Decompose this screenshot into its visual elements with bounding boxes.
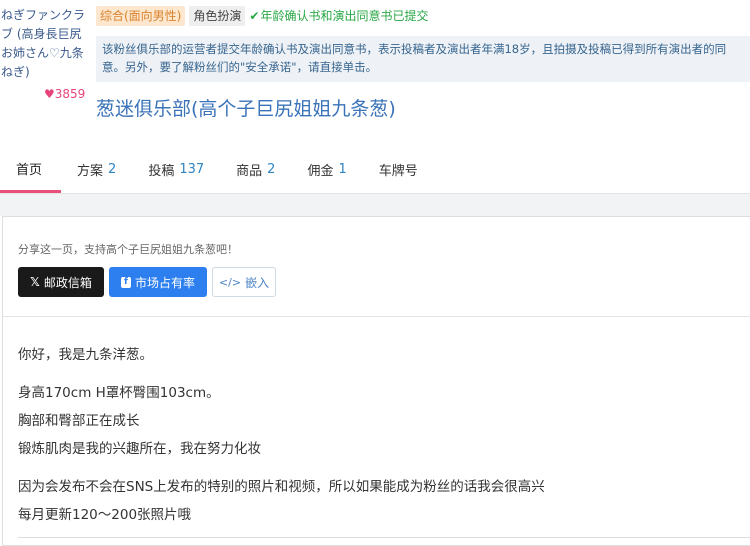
consent-badge[interactable]: ✔年龄确认书和演出同意书已提交 xyxy=(249,6,432,26)
tab-label: 佣金 xyxy=(307,164,334,179)
tab-license-plate[interactable]: 车牌号 xyxy=(363,146,439,193)
tab-count: 2 xyxy=(108,162,117,177)
divider xyxy=(18,537,750,538)
consent-badge-label: 年龄确认书和演出同意书已提交 xyxy=(260,9,429,23)
tab-count: 2 xyxy=(267,162,276,177)
intro-line: 胸部和臀部正在成长 xyxy=(18,413,140,429)
fanclub-header: ねぎファンクラブ (高身長巨尻お姉さん♡九条ねぎ) ♥3859 综合(面向男性)… xyxy=(0,0,750,145)
tab-commissions[interactable]: 佣金 1 xyxy=(291,146,362,193)
tab-label: 车牌号 xyxy=(378,164,418,179)
page-title: 葱迷俱乐部(高个子巨尻姐姐九条葱) xyxy=(96,98,396,120)
avatar-alt-text: ねぎファンクラブ (高身長巨尻お姉さん♡九条ねぎ) xyxy=(1,8,86,79)
share-facebook-label: 市场占有率 xyxy=(134,275,195,290)
tab-home[interactable]: 首页 xyxy=(0,146,62,193)
tab-count: 1 xyxy=(338,162,347,177)
category-badge: 综合(面向男性) xyxy=(96,6,186,26)
tab-label: 方案 xyxy=(77,164,104,179)
code-icon: </> xyxy=(218,275,242,289)
tab-label: 首页 xyxy=(16,162,43,178)
intro-line: 每月更新120～200张照片哦 xyxy=(18,507,192,523)
share-prompt: 分享这一页，支持高个子巨尻姐姐九条葱吧！ xyxy=(18,243,238,256)
embed-button[interactable]: </> 嵌入 xyxy=(212,267,276,297)
divider xyxy=(3,316,750,317)
facebook-logo-icon: f xyxy=(121,276,131,288)
share-buttons: 𝕏 邮政信箱 f 市场占有率 </> 嵌入 xyxy=(18,267,276,297)
likes-counter[interactable]: ♥3859 xyxy=(44,87,85,101)
tab-posts[interactable]: 投稿 137 xyxy=(132,146,220,193)
intro-line: 你好，我是九条洋葱。 xyxy=(18,347,153,363)
tab-count: 137 xyxy=(179,162,205,177)
tab-plans[interactable]: 方案 2 xyxy=(61,146,132,193)
x-logo-icon: 𝕏 xyxy=(30,275,40,289)
tab-bar: 首页 方案 2 投稿 137 商品 2 佣金 1 车牌号 xyxy=(0,146,750,194)
section-gap xyxy=(0,194,750,216)
share-facebook-button[interactable]: f 市场占有率 xyxy=(109,267,207,297)
check-icon: ✔ xyxy=(249,9,260,23)
intro-line: 锻炼肌肉是我的兴趣所在，我在努力化妆 xyxy=(18,441,261,457)
intro-line: 因为会发布不会在SNS上发布的特别的照片和视频，所以如果能成为粉丝的话我会很高兴 xyxy=(18,479,545,495)
intro-line: 身高170cm H罩杯臀围103cm。 xyxy=(18,385,220,401)
home-card: 分享这一页，支持高个子巨尻姐姐九条葱吧！ 𝕏 邮政信箱 f 市场占有率 </> … xyxy=(2,216,750,546)
share-x-button[interactable]: 𝕏 邮政信箱 xyxy=(18,267,104,297)
consent-notice[interactable]: 该粉丝俱乐部的运营者提交年龄确认书及演出同意书，表示投稿者及演出者年满18岁，且… xyxy=(96,36,750,82)
share-x-label: 邮政信箱 xyxy=(43,275,92,290)
heart-icon: ♥ xyxy=(44,87,55,101)
tab-label: 投稿 xyxy=(148,164,175,179)
embed-label: 嵌入 xyxy=(245,275,270,290)
roleplay-badge: 角色扮演 xyxy=(189,6,246,26)
likes-count: 3859 xyxy=(54,87,86,101)
tab-products[interactable]: 商品 2 xyxy=(220,146,291,193)
tab-label: 商品 xyxy=(236,164,263,179)
badge-row: 综合(面向男性) 角色扮演 ✔年龄确认书和演出同意书已提交 xyxy=(96,6,432,26)
